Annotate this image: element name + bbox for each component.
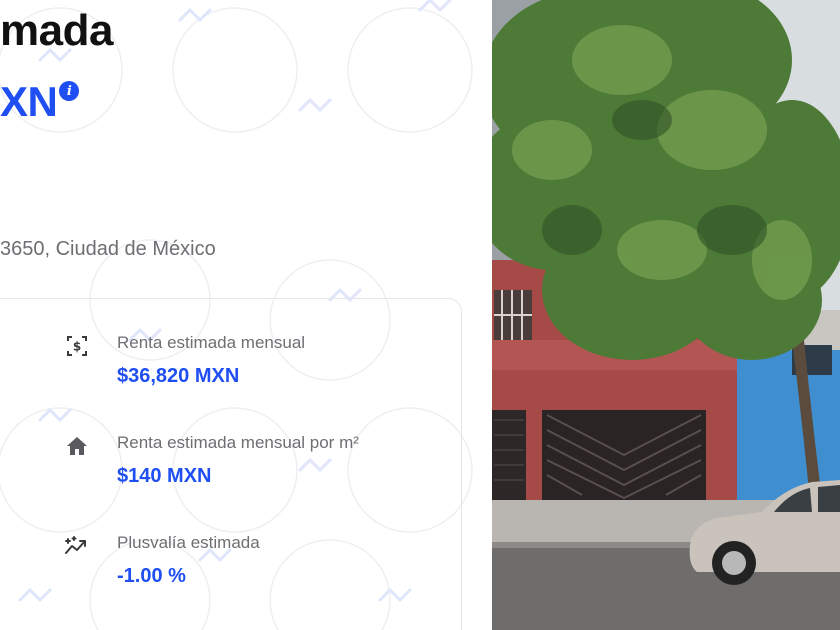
estimated-price: XN: [0, 78, 58, 125]
stat-value: $36,820 MXN: [117, 365, 240, 387]
street-view-photo[interactable]: [492, 0, 840, 630]
listing-title: mada: [0, 6, 113, 55]
stat-value: -1.00 %: [117, 565, 186, 587]
price-row: XN i: [0, 78, 80, 126]
stat-value: $140 MXN: [117, 465, 212, 487]
stat-text: Renta estimada mensual $36,820 MXN: [117, 333, 305, 388]
property-info-panel: mada XN i 3650, Ciudad de México $ Renta…: [0, 0, 492, 630]
trend-up-icon: [64, 533, 90, 559]
info-icon[interactable]: i: [59, 81, 80, 101]
stat-label: Renta estimada mensual por m²: [117, 433, 359, 452]
svg-text:$: $: [73, 340, 81, 354]
stat-text: Renta estimada mensual por m² $140 MXN: [117, 433, 359, 488]
house-icon: [64, 433, 90, 459]
stat-label: Renta estimada mensual: [117, 333, 306, 352]
stat-label: Plusvalía estimada: [117, 533, 260, 552]
street-scene-image: [492, 0, 840, 630]
stat-text: Plusvalía estimada -1.00 %: [117, 533, 260, 588]
address-text: 3650, Ciudad de México: [0, 238, 216, 260]
rent-money-icon: $: [64, 333, 90, 359]
